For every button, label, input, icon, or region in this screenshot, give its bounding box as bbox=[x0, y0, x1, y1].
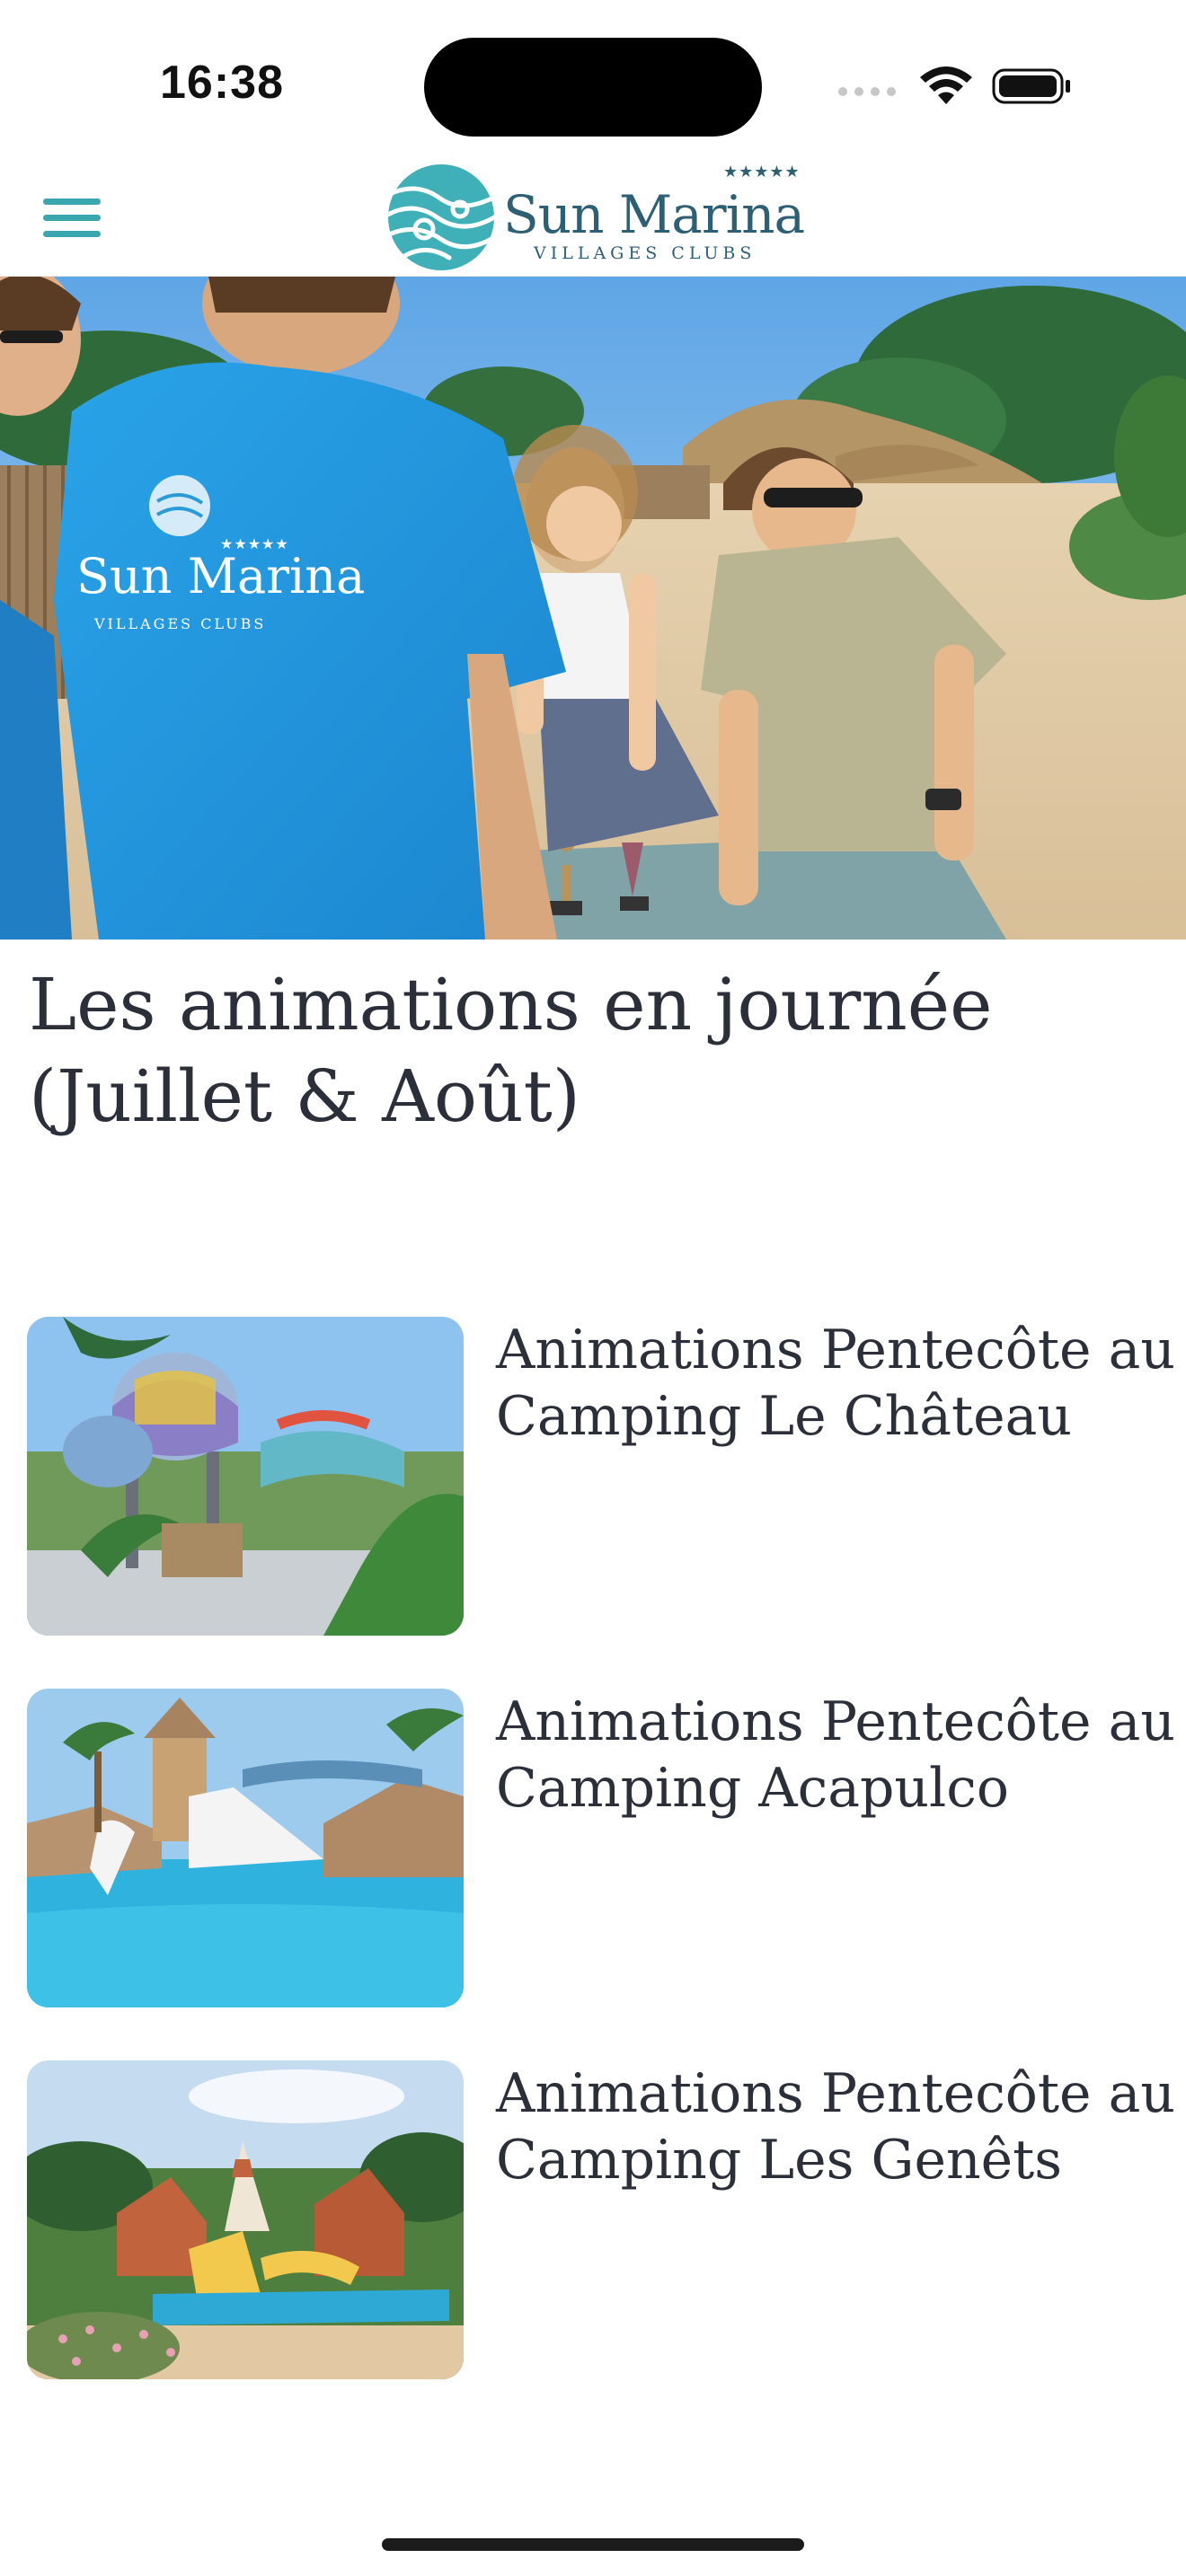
logo-name: Sun Marina bbox=[503, 184, 805, 245]
hamburger-menu-icon[interactable] bbox=[36, 191, 108, 245]
article-card-acapulco[interactable]: Animations Pentecôte au Camping Acapulco bbox=[27, 1689, 1175, 2007]
article-title[interactable]: Animations Pentecôte au Camping Le Châte… bbox=[496, 1317, 1179, 1450]
battery-icon bbox=[992, 68, 1070, 104]
status-time: 16:38 bbox=[160, 57, 284, 109]
dynamic-island bbox=[424, 38, 762, 137]
shirt-subtitle: VILLAGES CLUBS bbox=[93, 615, 266, 632]
hero-image: ★★★★★ Sun Marina VILLAGES CLUBS bbox=[0, 277, 1186, 940]
page-title: Les animations en journée (Juillet & Aoû… bbox=[29, 963, 993, 1138]
article-title[interactable]: Animations Pentecôte au Camping Les Genê… bbox=[496, 2060, 1179, 2193]
shirt-brand: Sun Marina bbox=[76, 548, 365, 604]
app-header: ★★★★★ Sun Marina VILLAGES CLUBS bbox=[0, 157, 1186, 277]
sun-marina-logo[interactable]: ★★★★★ Sun Marina VILLAGES CLUBS bbox=[386, 163, 809, 270]
status-icons bbox=[836, 63, 1078, 108]
wave-logo-icon bbox=[388, 164, 494, 270]
cellular-signal-icon bbox=[838, 87, 896, 96]
article-thumbnail[interactable] bbox=[27, 2060, 464, 2379]
logo-subtitle: VILLAGES CLUBS bbox=[534, 243, 757, 263]
home-indicator[interactable] bbox=[382, 2538, 804, 2551]
article-thumbnail[interactable] bbox=[27, 1317, 464, 1636]
article-title[interactable]: Animations Pentecôte au Camping Acapulco bbox=[496, 1689, 1179, 1822]
article-thumbnail[interactable] bbox=[27, 1689, 464, 2007]
wifi-icon bbox=[920, 66, 972, 104]
article-card-les-genets[interactable]: Animations Pentecôte au Camping Les Genê… bbox=[27, 2060, 1175, 2379]
article-card-le-chateau[interactable]: Animations Pentecôte au Camping Le Châte… bbox=[27, 1317, 1175, 1636]
logo-stars: ★★★★★ bbox=[723, 163, 801, 181]
status-bar: 16:38 bbox=[0, 0, 1186, 157]
